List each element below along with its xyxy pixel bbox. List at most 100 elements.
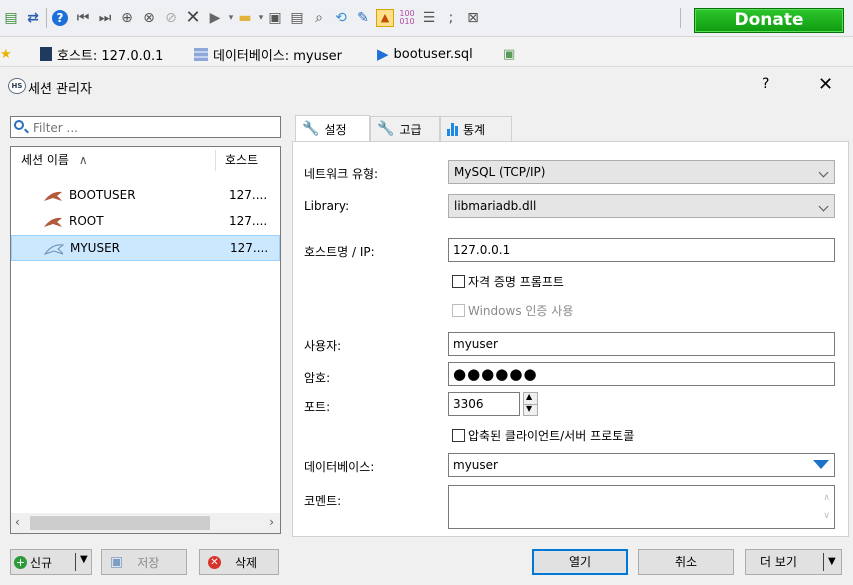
session-row-myuser[interactable]: MYUSER 127.... [11,235,280,261]
replace-icon[interactable]: ⟲ [332,9,350,27]
tab-advanced[interactable]: 🔧 고급 [370,116,440,141]
checkbox-box [452,304,465,317]
last-record-icon[interactable]: ⏭ [96,9,114,27]
filter-input[interactable] [31,119,275,137]
save-as-icon[interactable]: ▤ [288,9,306,27]
post-record-icon[interactable]: ⊘ [162,9,180,27]
binary-icon[interactable]: 100 010 [398,9,416,27]
server-icon [40,47,52,61]
floppy-save-icon: ▣ [110,554,124,570]
scroll-down-icon[interactable]: ∨ [823,505,830,527]
user-label: 사용자: [304,339,342,353]
mysql-dolphin-outline-icon [44,244,64,255]
comment-textarea[interactable]: ∧ ∨ [448,485,835,529]
spin-down-icon[interactable]: ▼ [526,404,532,413]
new-session-button[interactable]: + 신규 ▼ [10,549,92,575]
save-icon[interactable]: ▣ [266,9,284,27]
filter-box [10,116,281,138]
credential-prompt-checkbox[interactable]: 자격 증명 프롬프트 [452,273,564,290]
scroll-right-icon[interactable]: › [269,515,274,529]
wrap-icon[interactable]: ☰ [420,9,438,27]
port-input[interactable]: 3306 [448,392,520,416]
windows-auth-label: Windows 인증 사용 [468,304,574,318]
insert-record-icon[interactable]: ⊕ [118,9,136,27]
checkbox-box [452,275,465,288]
database-label: 데이터베이스: [304,460,375,474]
semicolon-icon[interactable]: ; [442,9,460,27]
host-input[interactable]: 127.0.0.1 [448,238,835,262]
more-label: 더 보기 [760,555,797,569]
sql-file-icon[interactable]: ▤ [2,9,20,27]
warning-icon[interactable]: ▲ [376,9,394,27]
session-row-root[interactable]: ROOT 127.... [11,209,280,235]
favorite-star-icon: ★ [0,46,12,62]
tab-host[interactable]: 호스트: 127.0.0.1 [40,44,163,64]
network-type-select[interactable]: MySQL (TCP/IP) [448,160,835,184]
password-label: 암호: [304,371,331,385]
wrench-orange-icon: 🔧 [377,121,395,137]
database-dropdown-icon[interactable] [813,460,829,469]
sort-up-icon: ∧ [78,153,88,167]
delete-label: 삭제 [235,555,258,570]
spin-up-icon[interactable]: ▲ [526,392,532,401]
password-input[interactable]: ●●●●●● [448,362,835,386]
database-input[interactable]: myuser [448,453,835,477]
windows-auth-checkbox[interactable]: Windows 인증 사용 [452,302,573,319]
more-button[interactable]: 더 보기 ▼ [745,549,842,575]
save-session-button[interactable]: ▣ 저장 [101,549,187,575]
query-tab-row: ★ 호스트: 127.0.0.1 데이터베이스: myuser ▶ bootus… [0,37,853,65]
help-icon[interactable]: ? [52,10,68,26]
save-label: 저장 [137,555,160,570]
scrollbar-thumb[interactable] [30,516,210,530]
tab-query-file-label: bootuser.sql [393,46,473,62]
new-dropdown-icon[interactable]: ▼ [80,554,88,565]
tab-settings[interactable]: 🔧 설정 [295,115,370,142]
close-button[interactable]: ✕ [818,74,833,95]
compressed-protocol-label: 압축된 클라이언트/서버 프로토콜 [468,429,635,443]
more-dropdown-icon[interactable]: ▼ [828,550,836,574]
refresh-arrows-icon[interactable]: ⇄ [24,9,42,27]
horizontal-scrollbar[interactable]: ‹ › [11,513,280,533]
close-box-icon[interactable]: ⊠ [464,9,482,27]
wrench-icon: 🔧 [302,121,320,137]
checkbox-box [452,429,465,442]
open-button[interactable]: 열기 [532,549,628,575]
network-type-value: MySQL (TCP/IP) [454,165,546,179]
help-button[interactable]: ? [762,76,769,92]
column-header-session-name[interactable]: 세션 이름 ∧ [21,147,88,173]
tab-statistics[interactable]: 통계 [440,116,512,141]
host-label: 호스트명 / IP: [304,245,375,259]
session-row-bootuser[interactable]: BOOTUSER 127.... [11,183,280,209]
tab-statistics-label: 통계 [463,122,486,137]
compressed-protocol-checkbox[interactable]: 압축된 클라이언트/서버 프로토콜 [452,427,634,444]
plus-icon: + [14,555,27,569]
format-icon[interactable]: ✎ [354,9,372,27]
play-icon: ▶ [377,45,389,63]
first-record-icon[interactable]: ⏮ [74,9,92,27]
delete-record-icon[interactable]: ⊗ [140,9,158,27]
new-tab-icon[interactable]: ▣ [503,44,515,64]
find-icon[interactable]: ⌕ [310,9,328,27]
session-host: 127.... [230,241,269,255]
cancel-icon[interactable]: ✕ [184,9,202,27]
comment-label: 코멘트: [304,494,342,508]
session-list: 세션 이름 ∧ 호스트 BOOTUSER 127.... ROOT 127...… [10,146,281,534]
donate-button[interactable]: Donate [694,8,844,33]
tab-advanced-label: 고급 [399,122,422,137]
cancel-button[interactable]: 취소 [638,549,734,575]
library-select[interactable]: libmariadb.dll [448,194,835,218]
column-header-host[interactable]: 호스트 [225,147,258,173]
tab-database-label: 데이터베이스: myuser [213,48,342,64]
network-type-label: 네트워크 유형: [304,167,379,181]
session-name: BOOTUSER [69,188,136,202]
session-name-header-label: 세션 이름 [21,153,69,167]
scroll-left-icon[interactable]: ‹ [15,515,20,529]
user-input[interactable]: myuser [448,332,835,356]
delete-session-button[interactable]: ✕ 삭제 [199,549,279,575]
tab-database[interactable]: 데이터베이스: myuser [194,44,342,64]
tab-query-file[interactable]: ▶ bootuser.sql [377,44,473,64]
bar-chart-icon [447,122,458,136]
tab-host-label: 호스트: 127.0.0.1 [57,48,164,64]
port-spinner[interactable]: ▲ ▼ [523,392,538,416]
tab-settings-label: 설정 [324,122,347,137]
